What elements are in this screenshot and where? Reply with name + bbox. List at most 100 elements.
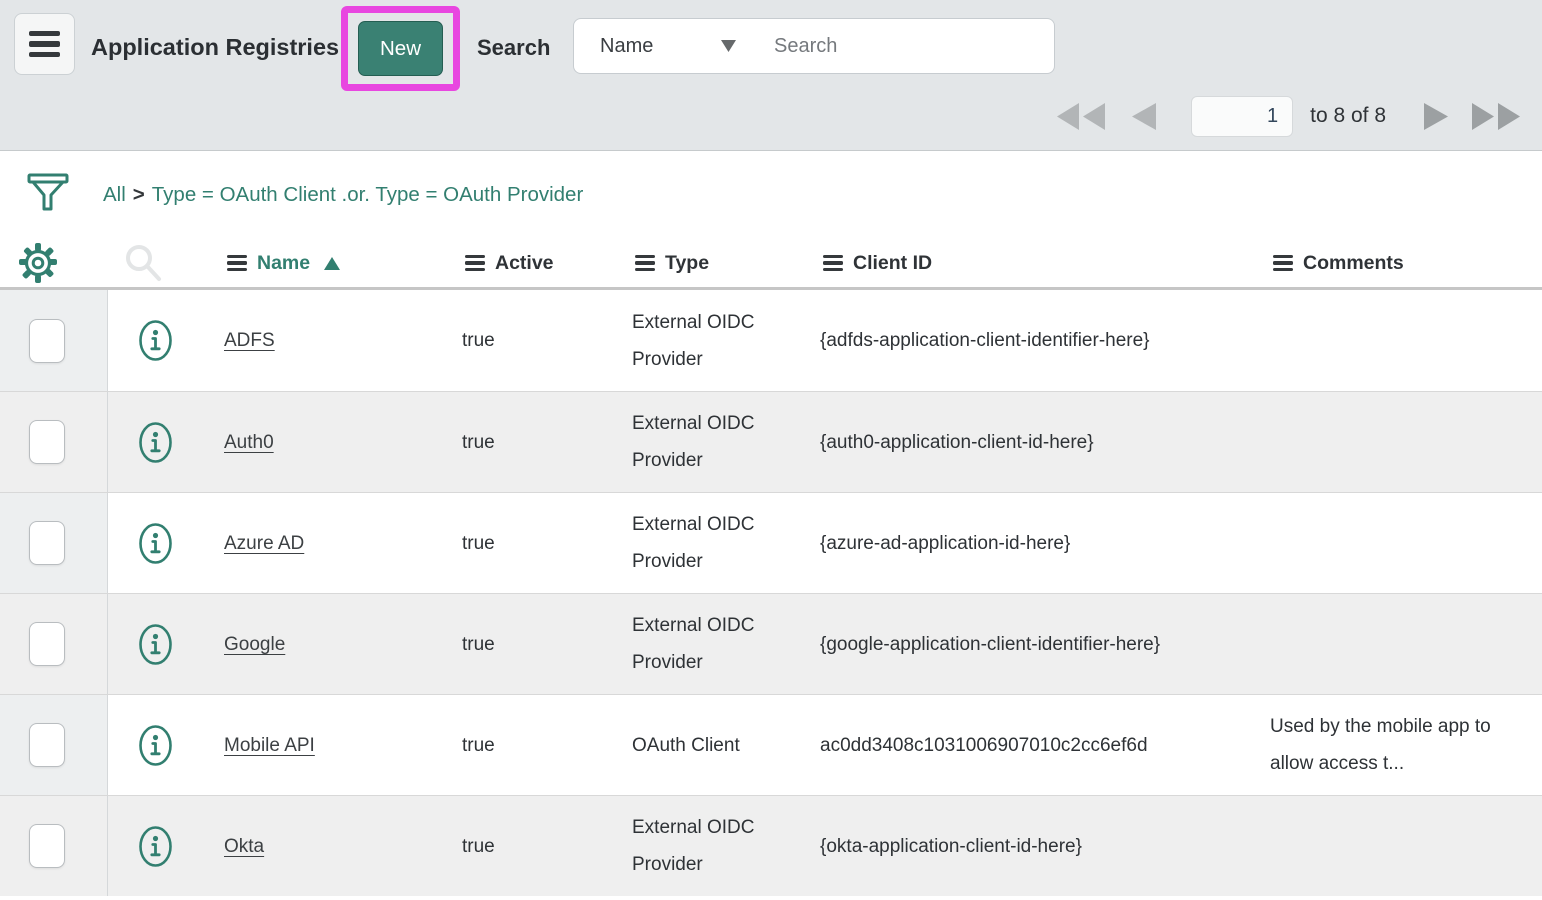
search-icon xyxy=(123,243,163,283)
list-menu-icon[interactable] xyxy=(635,255,655,272)
breadcrumb-all-link[interactable]: All xyxy=(103,183,126,207)
table-row: Okta true External OIDC Provider {okta-a… xyxy=(0,795,1542,896)
cell-name: Azure AD xyxy=(222,493,460,593)
page-title: Application Registries xyxy=(91,34,339,61)
cell-comments xyxy=(1268,392,1542,492)
cell-comments xyxy=(1268,290,1542,391)
column-header-active[interactable]: Active xyxy=(460,252,630,275)
first-page-button[interactable] xyxy=(1057,103,1105,130)
breadcrumb-condition-link[interactable]: Type = OAuth Client .or. Type = OAuth Pr… xyxy=(152,183,584,207)
checkbox-cell xyxy=(0,392,108,492)
cell-type: External OIDC Provider xyxy=(630,392,818,492)
cell-client-id: {adfds-application-client-identifier-her… xyxy=(818,290,1268,391)
new-button[interactable]: New xyxy=(358,21,443,76)
list-menu-icon[interactable] xyxy=(823,255,843,272)
info-icon[interactable] xyxy=(138,724,173,767)
cell-comments xyxy=(1268,493,1542,593)
sort-asc-icon xyxy=(324,257,340,270)
table-row: Auth0 true External OIDC Provider {auth0… xyxy=(0,391,1542,492)
cell-comments xyxy=(1268,594,1542,694)
column-header-type[interactable]: Type xyxy=(630,252,818,275)
row-checkbox[interactable] xyxy=(29,521,65,565)
row-checkbox[interactable] xyxy=(29,723,65,767)
cell-name: Okta xyxy=(222,796,460,896)
filter-bar: All > Type = OAuth Client .or. Type = OA… xyxy=(0,151,1542,239)
funnel-icon xyxy=(27,173,69,223)
cell-active: true xyxy=(460,796,630,896)
cell-active: true xyxy=(460,594,630,694)
cell-comments: Used by the mobile app to allow access t… xyxy=(1268,695,1542,795)
cell-client-id: {azure-ad-application-id-here} xyxy=(818,493,1268,593)
list-body: ADFS true External OIDC Provider {adfds-… xyxy=(0,290,1542,896)
row-checkbox[interactable] xyxy=(29,420,65,464)
column-header-comments[interactable]: Comments xyxy=(1268,252,1542,275)
list-search-button[interactable] xyxy=(108,243,222,283)
prev-page-icon xyxy=(1132,103,1156,130)
list-menu-icon[interactable] xyxy=(1273,255,1293,272)
row-checkbox[interactable] xyxy=(29,622,65,666)
checkbox-cell xyxy=(0,796,108,896)
checkbox-cell xyxy=(0,290,108,391)
info-icon[interactable] xyxy=(138,319,173,362)
search-field-select[interactable]: Name xyxy=(573,18,755,74)
annotation-highlight: New xyxy=(341,6,460,91)
info-icon[interactable] xyxy=(138,623,173,666)
list-menu-icon[interactable] xyxy=(227,255,247,272)
info-icon[interactable] xyxy=(138,522,173,565)
breadcrumb-separator: > xyxy=(133,183,145,207)
table-row: Google true External OIDC Provider {goog… xyxy=(0,593,1542,694)
record-link[interactable]: Azure AD xyxy=(224,525,304,562)
list-title-bar: Application Registries New Search Name xyxy=(0,0,1542,151)
checkbox-cell xyxy=(0,594,108,694)
cell-type: External OIDC Provider xyxy=(630,594,818,694)
list-menu-icon[interactable] xyxy=(465,255,485,272)
cell-active: true xyxy=(460,493,630,593)
list-settings-button[interactable] xyxy=(0,242,108,284)
record-link[interactable]: Mobile API xyxy=(224,727,315,764)
cell-type: OAuth Client xyxy=(630,695,818,795)
next-page-icon xyxy=(1424,103,1448,130)
page-number-input[interactable] xyxy=(1191,96,1293,137)
search-label: Search xyxy=(477,35,550,61)
record-link[interactable]: Okta xyxy=(224,828,264,865)
cell-type: External OIDC Provider xyxy=(630,290,818,391)
row-checkbox[interactable] xyxy=(29,319,65,363)
context-menu-button[interactable] xyxy=(14,13,75,75)
cell-active: true xyxy=(460,290,630,391)
info-icon[interactable] xyxy=(138,421,173,464)
cell-name: Mobile API xyxy=(222,695,460,795)
column-header-client-id[interactable]: Client ID xyxy=(818,252,1268,275)
table-row: Azure AD true External OIDC Provider {az… xyxy=(0,492,1542,593)
search-field-selected-value: Name xyxy=(600,35,721,58)
checkbox-cell xyxy=(0,493,108,593)
cell-client-id: {okta-application-client-id-here} xyxy=(818,796,1268,896)
last-page-icon xyxy=(1472,103,1520,130)
info-icon[interactable] xyxy=(138,825,173,868)
cell-client-id: ac0dd3408c1031006907010c2cc6ef6d xyxy=(818,695,1268,795)
first-page-icon xyxy=(1057,103,1105,130)
row-checkbox[interactable] xyxy=(29,824,65,868)
cell-client-id: {google-application-client-identifier-he… xyxy=(818,594,1268,694)
breadcrumb: All > Type = OAuth Client .or. Type = OA… xyxy=(103,151,583,239)
record-link[interactable]: Google xyxy=(224,626,285,663)
cell-active: true xyxy=(460,392,630,492)
table-row: ADFS true External OIDC Provider {adfds-… xyxy=(0,290,1542,391)
cell-comments xyxy=(1268,796,1542,896)
record-link[interactable]: ADFS xyxy=(224,322,275,359)
search-input[interactable] xyxy=(754,18,1055,74)
filter-toggle-button[interactable] xyxy=(27,173,69,228)
gear-icon xyxy=(18,242,58,284)
cell-name: Google xyxy=(222,594,460,694)
record-link[interactable]: Auth0 xyxy=(224,424,274,461)
checkbox-cell xyxy=(0,695,108,795)
chevron-down-icon xyxy=(721,40,736,52)
column-header-name[interactable]: Name xyxy=(222,252,460,275)
last-page-button[interactable] xyxy=(1472,103,1520,130)
prev-page-button[interactable] xyxy=(1132,103,1156,130)
next-page-button[interactable] xyxy=(1424,103,1448,130)
cell-type: External OIDC Provider xyxy=(630,493,818,593)
cell-name: ADFS xyxy=(222,290,460,391)
pagination: to 8 of 8 xyxy=(1057,93,1520,139)
column-header-row: Name Active Type Client ID Comments xyxy=(0,239,1542,290)
cell-active: true xyxy=(460,695,630,795)
